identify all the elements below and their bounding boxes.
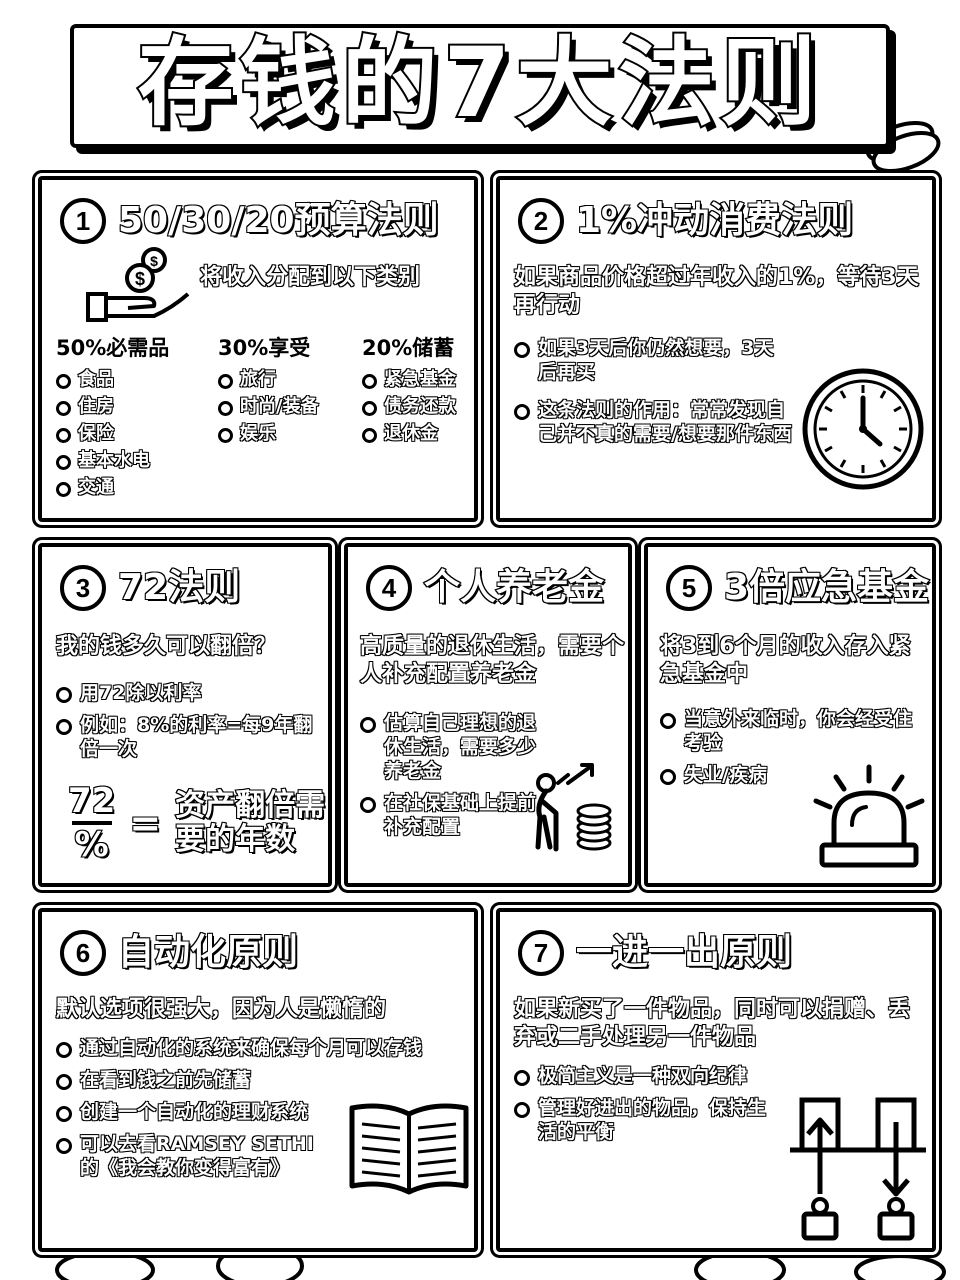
list-item: 债务还款 [362, 395, 457, 419]
formula-denominator: % [74, 825, 110, 865]
card-header: 7 一进一出原则 [518, 930, 793, 976]
list-item: 可以去看RAMSEY SETHI的《我会教你变得富有》 [54, 1132, 314, 1180]
card-header: 5 3倍应急基金 [666, 565, 930, 611]
rule-title: 72法则 [117, 567, 241, 608]
bullet-list: 如果3天后你仍然想要，3天后再买 这条法则的作用：常常发现自己并不真的需要/想要… [512, 336, 792, 454]
list-item: 保险 [56, 422, 169, 446]
in-out-icon [790, 1097, 926, 1241]
list-item: 如果3天后你仍然想要，3天后再买 [512, 336, 792, 384]
list-item: 在看到钱之前先储蓄 [54, 1068, 324, 1092]
rule-lead: 将收入分配到以下类别 [199, 264, 421, 291]
rule-title: 自动化原则 [117, 932, 299, 973]
rule-card-1: 1 50/30/20预算法则 $ $ 将收入分配到以下类别 50%必需品 食品 … [38, 176, 478, 522]
list-item: 例如：8%的利率=每9年翻倍一次 [54, 713, 324, 761]
budget-column-needs: 50%必需品 食品 住房 保险 基本水电 交通 [56, 332, 169, 503]
rule-card-4: 4 个人养老金 高质量的退休生活，需要个人补充配置养老金 估算自己理想的退休生活… [344, 543, 632, 887]
rule-number: 2 [518, 198, 564, 244]
rule-card-6: 6 自动化原则 默认选项很强大，因为人是懒惰的 通过自动化的系统来确保每个月可以… [38, 908, 478, 1252]
elder-growth-icon [535, 763, 612, 852]
list-item: 极简主义是一种双向纪律 [512, 1064, 782, 1088]
rule-card-3: 3 72法则 我的钱多久可以翻倍？ 用72除以利率 例如：8%的利率=每9年翻倍… [38, 543, 332, 887]
clock-icon [802, 368, 924, 490]
rule-72-formula: 72 % = 资产翻倍需要的年数 [67, 781, 345, 865]
card-header: 1 50/30/20预算法则 [60, 198, 440, 244]
svg-text:$: $ [150, 253, 158, 269]
rule-lead: 默认选项很强大，因为人是懒惰的 [55, 996, 387, 1023]
rule-number: 7 [518, 930, 564, 976]
list-item: 通过自动化的系统来确保每个月可以存钱 [54, 1036, 454, 1060]
bullet-list: 极简主义是一种双向纪律 管理好进出的物品，保持生活的平衡 [512, 1064, 782, 1152]
bullet-list: 用72除以利率 例如：8%的利率=每9年翻倍一次 [54, 681, 324, 769]
rule-title: 3倍应急基金 [723, 567, 930, 608]
rule-number: 1 [60, 198, 106, 244]
budget-column-wants: 30%享受 旅行 时尚/装备 娱乐 [218, 332, 319, 449]
bullet-list: 估算自己理想的退休生活，需要多少养老金 在社保基础上提前补充配置 [358, 711, 538, 847]
card-header: 6 自动化原则 [60, 930, 299, 976]
rule-lead: 如果商品价格超过年收入的1%，等待3天再行动 [513, 264, 919, 319]
column-heading: 30%享受 [218, 336, 311, 360]
hand-coins-icon: $ $ [86, 247, 190, 322]
list-item: 旅行 [218, 368, 319, 392]
rule-title: 个人养老金 [423, 567, 605, 608]
card-header: 4 个人养老金 [366, 565, 605, 611]
list-item: 在社保基础上提前补充配置 [358, 791, 538, 839]
svg-text:$: $ [135, 269, 145, 289]
rule-number: 5 [666, 565, 712, 611]
list-item: 食品 [56, 368, 169, 392]
formula-result: 资产翻倍需要的年数 [174, 788, 326, 858]
rule-lead: 我的钱多久可以翻倍？ [55, 633, 277, 660]
rule-number: 6 [60, 930, 106, 976]
rule-title: 1%冲动消费法则 [575, 200, 854, 241]
rule-card-2: 2 1%冲动消费法则 如果商品价格超过年收入的1%，等待3天再行动 如果3天后你… [496, 176, 936, 522]
list-item: 管理好进出的物品，保持生活的平衡 [512, 1096, 782, 1144]
list-item: 紧急基金 [362, 368, 457, 392]
rule-lead: 高质量的退休生活，需要个人补充配置养老金 [359, 633, 625, 688]
card-header: 3 72法则 [60, 565, 241, 611]
rule-card-5: 5 3倍应急基金 将3到6个月的收入存入紧急基金中 当意外来临时，你会经受住考验… [644, 543, 936, 887]
budget-column-savings: 20%储蓄 紧急基金 债务还款 退休金 [362, 332, 457, 449]
list-item: 基本水电 [56, 449, 169, 473]
list-item: 时尚/装备 [218, 395, 319, 419]
rule-lead: 将3到6个月的收入存入紧急基金中 [659, 633, 911, 688]
list-item: 住房 [56, 395, 169, 419]
book-icon [349, 1103, 469, 1195]
rule-number: 4 [366, 565, 412, 611]
list-item: 这条法则的作用：常常发现自己并不真的需要/想要那件东西 [512, 398, 792, 446]
formula-fraction: 72 % [67, 781, 116, 865]
list-item: 创建一个自动化的理财系统 [54, 1100, 334, 1124]
rule-title: 50/30/20预算法则 [117, 200, 440, 241]
rule-title: 一进一出原则 [575, 932, 793, 973]
list-item: 退休金 [362, 422, 456, 446]
list-item: 当意外来临时，你会经受住考验 [658, 707, 928, 755]
page-title: 存钱的7大法则 [136, 27, 823, 139]
rule-card-7: 7 一进一出原则 如果新买了一件物品，同时可以捐赠、丢弃或二手处理另一件物品 极… [496, 908, 936, 1252]
list-item: 娱乐 [218, 422, 319, 446]
formula-numerator: 72 [67, 781, 116, 821]
alarm-icon [813, 764, 925, 868]
card-header: 2 1%冲动消费法则 [518, 198, 854, 244]
list-item: 交通 [56, 476, 169, 500]
rule-lead: 如果新买了一件物品，同时可以捐赠、丢弃或二手处理另一件物品 [513, 996, 911, 1051]
list-item: 用72除以利率 [54, 681, 324, 705]
list-item: 估算自己理想的退休生活，需要多少养老金 [358, 711, 538, 783]
rule-number: 3 [60, 565, 106, 611]
column-heading: 20%储蓄 [362, 336, 455, 360]
formula-equals: = [128, 800, 162, 846]
column-heading: 50%必需品 [56, 336, 170, 360]
title-banner: 存钱的7大法则 [70, 18, 890, 148]
